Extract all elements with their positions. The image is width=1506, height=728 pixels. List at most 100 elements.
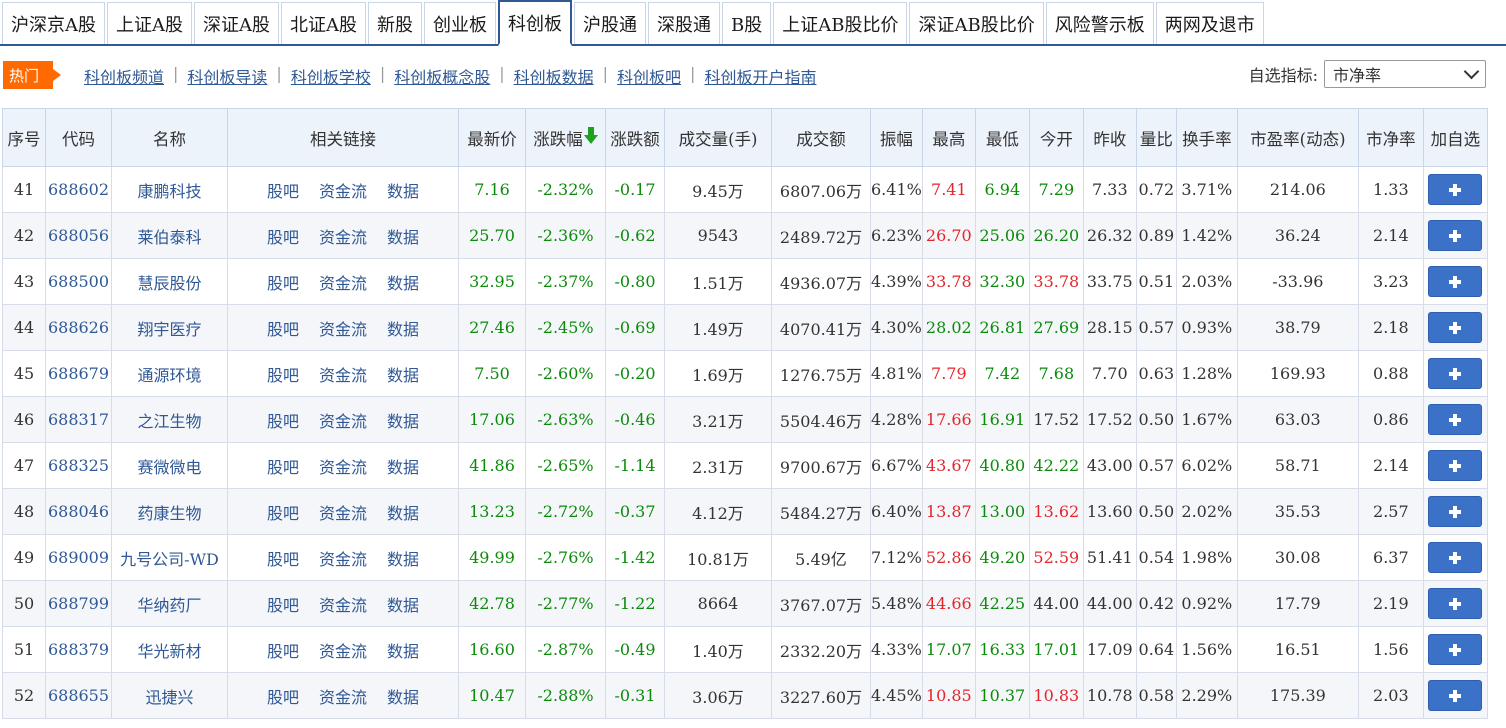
column-header-4[interactable]: 最新价 [458,108,526,167]
stock-code-link[interactable]: 688317 [48,410,109,429]
column-header-16[interactable]: 市盈率(动态) [1236,108,1359,167]
stock-name-link[interactable]: 之江生物 [137,412,201,431]
fund-flow-link[interactable]: 资金流 [319,274,367,293]
add-watchlist-button[interactable] [1428,358,1483,389]
tab-11[interactable]: 深证AB股比价 [909,2,1044,44]
stock-name-link[interactable]: 药康生物 [137,504,201,523]
column-header-17[interactable]: 市净率 [1357,108,1424,167]
data-link[interactable]: 数据 [387,366,419,385]
tab-4[interactable]: 新股 [368,2,422,44]
guba-link[interactable]: 股吧 [267,458,299,477]
stock-name-link[interactable]: 通源环境 [137,366,201,385]
stock-code-link[interactable]: 688679 [48,364,109,383]
column-header-5[interactable]: 涨跌幅 [525,108,606,167]
stock-code-link[interactable]: 688056 [48,226,109,245]
stock-code-link[interactable]: 688325 [48,456,109,475]
data-link[interactable]: 数据 [387,596,419,615]
guba-link[interactable]: 股吧 [267,688,299,707]
guba-link[interactable]: 股吧 [267,366,299,385]
data-link[interactable]: 数据 [387,688,419,707]
guba-link[interactable]: 股吧 [267,412,299,431]
tab-13[interactable]: 两网及退市 [1155,2,1264,44]
stock-name-link[interactable]: 翔宇医疗 [137,320,201,339]
tab-5[interactable]: 创业板 [424,2,496,44]
sort-down-arrow-icon[interactable] [583,126,598,144]
data-link[interactable]: 数据 [387,642,419,661]
stock-code-link[interactable]: 689009 [48,548,109,567]
hot-link-5[interactable]: 科创板吧 [617,64,681,88]
guba-link[interactable]: 股吧 [267,504,299,523]
column-header-13[interactable]: 昨收 [1082,108,1137,167]
fund-flow-link[interactable]: 资金流 [319,688,367,707]
fund-flow-link[interactable]: 资金流 [319,642,367,661]
column-header-0[interactable]: 序号 [2,108,46,167]
add-watchlist-button[interactable] [1428,404,1483,435]
add-watchlist-button[interactable] [1428,450,1483,481]
stock-code-link[interactable]: 688602 [48,180,109,199]
hot-link-1[interactable]: 科创板导读 [187,64,267,88]
stock-code-link[interactable]: 688655 [48,686,109,705]
tab-3[interactable]: 北证A股 [281,2,366,44]
stock-code-link[interactable]: 688500 [48,272,109,291]
tab-8[interactable]: 深股通 [648,2,720,44]
add-watchlist-button[interactable] [1428,312,1483,343]
tab-7[interactable]: 沪股通 [574,2,646,44]
tab-2[interactable]: 深证A股 [194,2,279,44]
column-header-1[interactable]: 代码 [45,108,112,167]
hot-link-3[interactable]: 科创板概念股 [394,64,490,88]
stock-code-link[interactable]: 688046 [48,502,109,521]
guba-link[interactable]: 股吧 [267,274,299,293]
stock-name-link[interactable]: 赛微微电 [137,458,201,477]
fund-flow-link[interactable]: 资金流 [319,458,367,477]
column-header-8[interactable]: 成交额 [771,108,871,167]
add-watchlist-button[interactable] [1428,588,1483,619]
stock-name-link[interactable]: 莱伯泰科 [137,228,201,247]
stock-name-link[interactable]: 康鹏科技 [137,182,201,201]
guba-link[interactable]: 股吧 [267,550,299,569]
guba-link[interactable]: 股吧 [267,320,299,339]
guba-link[interactable]: 股吧 [267,228,299,247]
fund-flow-link[interactable]: 资金流 [319,366,367,385]
column-header-2[interactable]: 名称 [111,108,228,167]
guba-link[interactable]: 股吧 [267,642,299,661]
tab-10[interactable]: 上证AB股比价 [773,2,908,44]
data-link[interactable]: 数据 [387,320,419,339]
tab-6[interactable]: 科创板 [498,0,572,46]
fund-flow-link[interactable]: 资金流 [319,228,367,247]
data-link[interactable]: 数据 [387,504,419,523]
guba-link[interactable]: 股吧 [267,182,299,201]
stock-name-link[interactable]: 九号公司-WD [120,550,219,569]
stock-code-link[interactable]: 688379 [48,640,109,659]
column-header-12[interactable]: 今开 [1028,108,1084,167]
data-link[interactable]: 数据 [387,182,419,201]
fund-flow-link[interactable]: 资金流 [319,504,367,523]
column-header-10[interactable]: 最高 [921,108,976,167]
stock-code-link[interactable]: 688626 [48,318,109,337]
hot-link-6[interactable]: 科创板开户指南 [704,64,816,88]
fund-flow-link[interactable]: 资金流 [319,412,367,431]
column-header-7[interactable]: 成交量(手) [664,108,772,167]
data-link[interactable]: 数据 [387,228,419,247]
column-header-14[interactable]: 量比 [1135,108,1177,167]
stock-name-link[interactable]: 华纳药厂 [137,596,201,615]
data-link[interactable]: 数据 [387,550,419,569]
tab-1[interactable]: 上证A股 [107,2,192,44]
stock-code-link[interactable]: 688799 [48,594,109,613]
add-watchlist-button[interactable] [1428,174,1483,205]
column-header-6[interactable]: 涨跌额 [605,108,665,167]
add-watchlist-button[interactable] [1428,266,1483,297]
column-header-9[interactable]: 振幅 [870,108,923,167]
tab-12[interactable]: 风险警示板 [1045,2,1154,44]
column-header-11[interactable]: 最低 [974,108,1030,167]
column-header-15[interactable]: 换手率 [1175,108,1238,167]
data-link[interactable]: 数据 [387,458,419,477]
hot-link-2[interactable]: 科创板学校 [291,64,371,88]
add-watchlist-button[interactable] [1428,496,1483,527]
guba-link[interactable]: 股吧 [267,596,299,615]
fund-flow-link[interactable]: 资金流 [319,550,367,569]
hot-link-4[interactable]: 科创板数据 [514,64,594,88]
fund-flow-link[interactable]: 资金流 [319,320,367,339]
add-watchlist-button[interactable] [1428,634,1483,665]
indicator-select[interactable]: 市净率 [1324,60,1486,88]
tab-9[interactable]: B股 [722,2,772,44]
